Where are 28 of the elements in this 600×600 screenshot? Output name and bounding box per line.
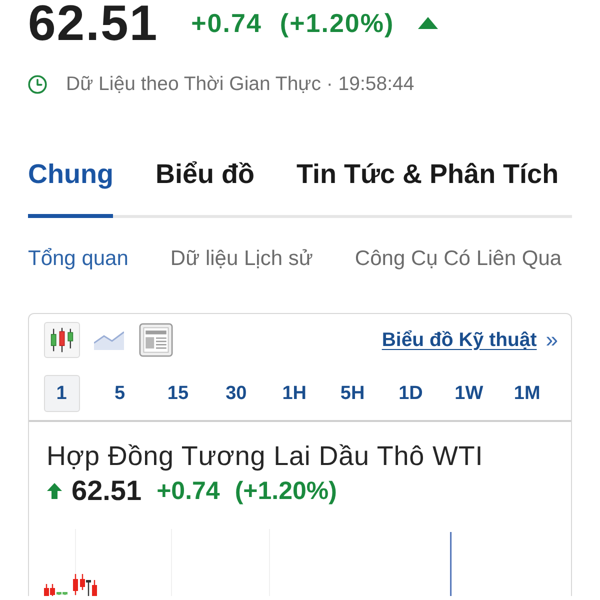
- timeframe-button[interactable]: 1M: [509, 375, 546, 412]
- timeframe-button[interactable]: 1: [44, 375, 80, 412]
- tab[interactable]: Biểu đồ: [155, 158, 254, 218]
- timeframe-button[interactable]: 5H: [334, 375, 371, 412]
- clock-icon: [28, 74, 47, 94]
- tab[interactable]: Chung: [28, 158, 114, 218]
- realtime-status: Dữ Liệu theo Thời Gian Thực · 19:58:44: [66, 72, 414, 96]
- subtab[interactable]: Tổng quan: [28, 247, 128, 271]
- tab[interactable]: Tin Tức & Phân Tích: [296, 158, 559, 218]
- cursor-line: [450, 532, 452, 596]
- subtab[interactable]: Công Cụ Có Liên Qua: [354, 247, 562, 271]
- instrument-name: Hợp Đồng Tương Lai Dầu Thô WTI: [46, 441, 484, 471]
- timeframe-button[interactable]: 1H: [276, 375, 312, 412]
- instrument-price: 62.51: [72, 476, 142, 506]
- percent-change: (+1.20%): [280, 8, 394, 38]
- timeframe-button[interactable]: 5: [102, 375, 138, 412]
- timeframe-button[interactable]: 1D: [392, 375, 429, 412]
- instrument-change: +0.74: [156, 476, 220, 506]
- timeframe-button[interactable]: 1W: [450, 375, 487, 412]
- price: 62.51: [28, 0, 158, 49]
- timeframe-button[interactable]: 30: [218, 375, 254, 412]
- price-change: +0.74: [191, 8, 262, 38]
- technical-chart-link[interactable]: Biểu đồ Kỹ thuật »: [382, 328, 558, 352]
- line-chart-icon: [94, 330, 124, 350]
- timeframe-button[interactable]: 15: [160, 375, 196, 412]
- subtab[interactable]: Dữ liệu Lịch sử: [170, 247, 313, 271]
- instrument-percent-change: (+1.20%): [234, 476, 337, 506]
- table-icon: [138, 322, 172, 358]
